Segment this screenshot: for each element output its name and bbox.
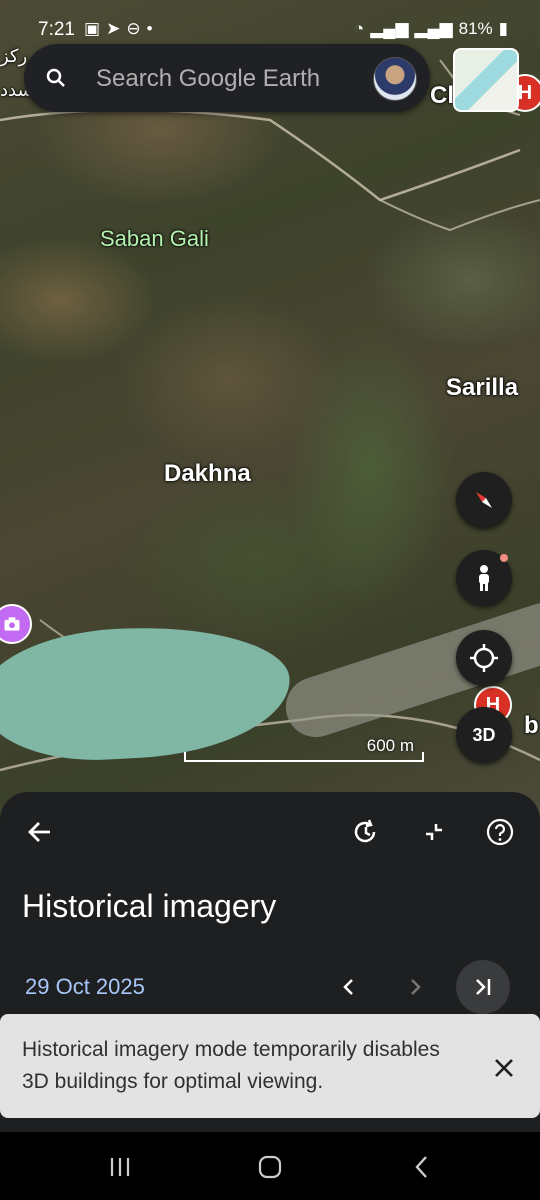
panel-title: Historical imagery (22, 888, 277, 924)
next-date-button[interactable] (388, 960, 442, 1014)
chevron-left-icon (343, 979, 353, 995)
compass-button[interactable] (456, 472, 512, 528)
collapse-icon (426, 824, 442, 840)
search-icon[interactable] (44, 66, 68, 90)
minimap-thumbnail[interactable] (453, 48, 519, 112)
snackbar-message: Historical imagery mode temporarily disa… (22, 1038, 440, 1093)
3d-toggle-button[interactable]: 3D (456, 707, 512, 763)
crosshair-icon (470, 644, 498, 672)
map-label-sarilla[interactable]: Sarilla (446, 374, 518, 402)
map-label-dakhna[interactable]: Dakhna (164, 460, 251, 488)
help-icon (486, 818, 514, 846)
scale-line (184, 752, 424, 762)
imagery-date[interactable]: 29 Oct 2025 (25, 974, 145, 1000)
compass-icon (476, 492, 492, 508)
latest-date-button[interactable] (456, 960, 510, 1014)
scale-bar: 600 m (184, 736, 424, 764)
home-icon (258, 1155, 282, 1179)
skip-to-latest-icon (476, 979, 491, 995)
search-input[interactable] (94, 62, 358, 96)
arrow-back-icon (28, 822, 50, 842)
status-time: 7:21 (38, 19, 75, 40)
dismiss-snackbar-button[interactable] (488, 1052, 520, 1084)
previous-date-button[interactable] (322, 960, 376, 1014)
search-bar[interactable] (24, 44, 430, 112)
dot-icon: • (146, 19, 153, 38)
notification-dot (500, 554, 508, 562)
recent-apps-button[interactable] (100, 1152, 140, 1182)
map-label-saban-gali[interactable]: Saban Gali (100, 226, 209, 252)
gallery-icon: ▣ (84, 19, 101, 38)
help-button[interactable] (482, 814, 518, 850)
signal-sim2-icon: ▂▄▆ (414, 19, 453, 38)
map-label-partial-right[interactable]: b (524, 712, 539, 740)
battery-label: 81% (458, 19, 493, 38)
chevron-right-icon (411, 979, 421, 995)
info-snackbar: Historical imagery mode temporarily disa… (0, 1014, 540, 1118)
my-location-button[interactable] (456, 630, 512, 686)
status-notification-icons: ▣ ➤ ⊖ • (84, 19, 153, 39)
back-nav-icon (415, 1156, 427, 1178)
history-button[interactable] (348, 814, 384, 850)
satellite-map[interactable]: رکز سدد Saban Gali Sarilla Dakhna Cl b H… (0, 0, 540, 820)
map-label-partial-top-right[interactable]: Cl (430, 82, 454, 110)
avatar[interactable] (373, 57, 417, 101)
recent-apps-icon (110, 1158, 130, 1176)
wifi-icon: ◔ (353, 19, 365, 38)
back-nav-button[interactable] (402, 1152, 442, 1182)
system-navigation-bar (0, 1132, 540, 1200)
history-icon (354, 819, 376, 843)
dnd-icon: ⊖ (126, 19, 141, 38)
close-icon (495, 1059, 513, 1077)
home-button[interactable] (250, 1152, 290, 1182)
collapse-button[interactable] (416, 814, 452, 850)
signal-sim1-icon: ▂▄▆ (370, 19, 409, 38)
telegram-icon: ➤ (106, 19, 121, 38)
back-button[interactable] (22, 814, 58, 850)
battery-icon: ▮ (498, 19, 508, 38)
status-system-icons: ◔ ▂▄▆ ▂▄▆ 81% ▮ (354, 19, 508, 39)
pegman-icon (479, 565, 489, 591)
